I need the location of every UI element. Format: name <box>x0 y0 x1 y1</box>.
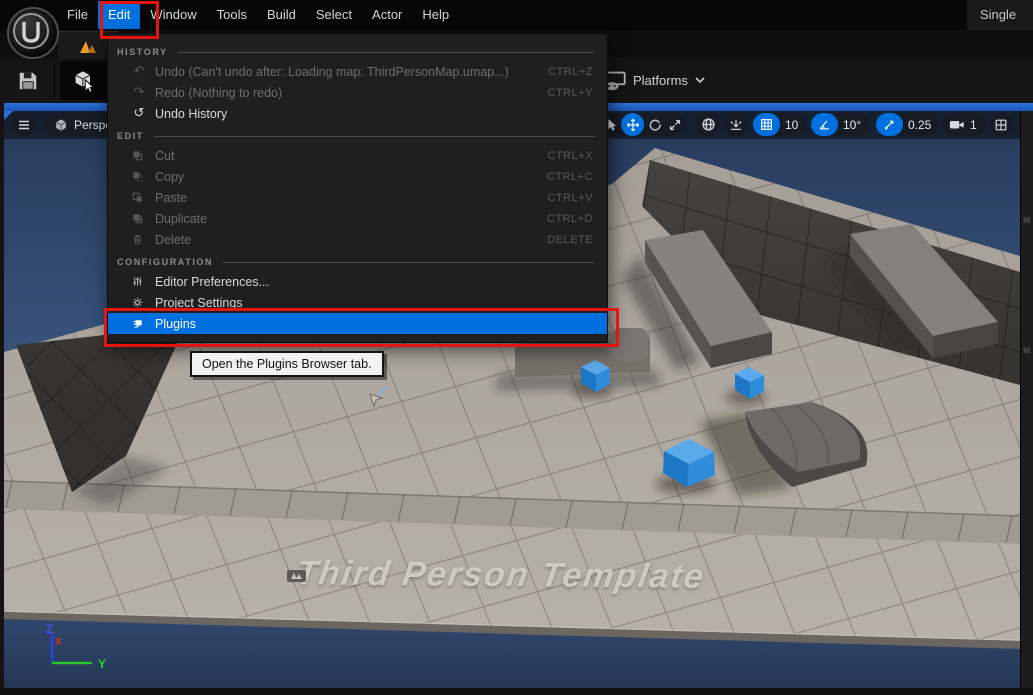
menu-build[interactable]: Build <box>257 1 306 29</box>
undo-icon: ↶ <box>131 65 147 79</box>
menu-tools[interactable]: Tools <box>207 1 257 29</box>
axis-x-label: X <box>55 637 62 648</box>
viewport-options-button[interactable] <box>12 113 36 136</box>
rotation-snap-toggle[interactable] <box>811 113 838 136</box>
collapsed-panel-strip[interactable]: ▤ ▤ <box>1020 111 1033 688</box>
transform-tools-group <box>601 113 685 136</box>
floor-text: Third Person Template <box>293 554 707 597</box>
rotate-icon <box>648 118 662 132</box>
section-title: EDIT <box>117 131 144 141</box>
edit-menu-panel: HISTORY ↶ Undo (Can't undo after: Loadin… <box>107 33 608 343</box>
globe-icon <box>701 117 716 132</box>
viewport-corner-marker <box>4 111 13 120</box>
perspective-cube-icon <box>54 118 68 132</box>
scale-tool-button[interactable] <box>665 113 685 136</box>
menu-actor[interactable]: Actor <box>362 1 412 29</box>
section-title: CONFIGURATION <box>117 257 213 267</box>
save-button[interactable] <box>7 61 49 100</box>
grid-snap-control[interactable]: 10 <box>753 113 806 136</box>
menu-section-configuration: CONFIGURATION <box>108 253 607 271</box>
toolbar-separator <box>54 64 55 97</box>
grid-snap-toggle[interactable] <box>753 113 780 136</box>
sliders-icon <box>131 275 147 288</box>
scale-snap-value: 0.25 <box>903 118 939 132</box>
camera-speed-control[interactable]: 1 <box>942 113 985 136</box>
level-tab-icon <box>78 38 98 54</box>
duplicate-icon <box>131 212 147 225</box>
menu-section-edit: EDIT <box>108 127 607 145</box>
menu-select[interactable]: Select <box>306 1 362 29</box>
move-icon <box>626 118 640 132</box>
layout-tab[interactable]: Single <box>967 0 1033 30</box>
menu-item-undo: ↶ Undo (Can't undo after: Loading map: T… <box>108 61 607 82</box>
menu-window[interactable]: Window <box>140 1 206 29</box>
surface-snap-icon <box>729 118 743 132</box>
menu-item-delete: Delete DELETE <box>108 229 607 250</box>
menu-item-project-settings[interactable]: Project Settings <box>108 292 607 313</box>
plugins-tooltip: Open the Plugins Browser tab. <box>190 351 384 377</box>
axis-z-label: Z <box>46 623 53 636</box>
unreal-editor-window: File Edit Window Tools Build Select Acto… <box>0 0 1033 695</box>
menu-item-cut: Cut CTRL+X <box>108 145 607 166</box>
grid-snap-value: 10 <box>780 118 806 132</box>
world-coordinate-button[interactable] <box>696 113 720 136</box>
scale-snap-toggle[interactable] <box>876 113 903 136</box>
rotation-snap-value: 10° <box>838 118 869 132</box>
quad-grid-icon <box>994 118 1008 132</box>
grid-snap-icon <box>760 118 773 131</box>
platforms-dropdown[interactable]: Platforms <box>604 61 705 100</box>
collapsed-tab-icon[interactable]: ▤ <box>1023 345 1031 354</box>
rotate-tool-button[interactable] <box>644 113 665 136</box>
platforms-label: Platforms <box>633 73 688 88</box>
text-billboard-icon <box>287 569 307 583</box>
scale-icon <box>668 118 682 132</box>
paste-icon <box>131 191 147 204</box>
menu-bar: File Edit Window Tools Build Select Acto… <box>0 0 1033 30</box>
menu-item-duplicate: Duplicate CTRL+D <box>108 208 607 229</box>
menu-item-paste: Paste CTRL+V <box>108 187 607 208</box>
menu-section-history: HISTORY <box>108 43 607 61</box>
quad-view-button[interactable] <box>989 113 1013 136</box>
menu-edit[interactable]: Edit <box>98 1 140 29</box>
camera-speed-value: 1 <box>965 118 985 132</box>
mouse-cursor <box>366 383 392 409</box>
camera-icon <box>949 118 965 131</box>
select-mode-button[interactable] <box>60 61 107 100</box>
menu-item-plugins[interactable]: Plugins <box>108 313 607 334</box>
axis-y-label: Y <box>98 657 106 671</box>
save-icon <box>17 70 39 92</box>
hamburger-icon <box>18 120 30 130</box>
copy-icon <box>131 170 147 183</box>
section-title: HISTORY <box>117 47 168 57</box>
mode-cube-cursor-icon <box>72 69 96 93</box>
menu-file[interactable]: File <box>57 1 98 29</box>
menu-item-undo-history[interactable]: ↺ Undo History <box>108 103 607 124</box>
menu-item-copy: Copy CTRL+C <box>108 166 607 187</box>
angle-snap-icon <box>818 118 831 131</box>
scale-snap-icon <box>883 118 896 131</box>
gear-icon <box>131 296 147 309</box>
cut-icon <box>131 149 147 162</box>
redo-icon: ↷ <box>131 86 147 100</box>
window-bottom-edge <box>0 688 1033 695</box>
axis-gizmo: Z X Y <box>32 623 142 683</box>
surface-snapping-button[interactable] <box>724 113 748 136</box>
scale-snap-control[interactable]: 0.25 <box>876 113 939 136</box>
chevron-down-icon <box>695 77 705 84</box>
trash-icon <box>131 233 147 246</box>
undo-history-icon: ↺ <box>131 107 147 121</box>
plugin-icon <box>131 317 147 330</box>
window-left-edge <box>0 103 4 695</box>
menu-item-editor-preferences[interactable]: Editor Preferences... <box>108 271 607 292</box>
move-tool-button[interactable] <box>621 113 644 136</box>
collapsed-tab-icon[interactable]: ▤ <box>1023 215 1031 224</box>
rotation-snap-control[interactable]: 10° <box>811 113 869 136</box>
menu-help[interactable]: Help <box>412 1 459 29</box>
unreal-logo-icon <box>7 7 59 59</box>
menu-item-redo: ↷ Redo (Nothing to redo) CTRL+Y <box>108 82 607 103</box>
